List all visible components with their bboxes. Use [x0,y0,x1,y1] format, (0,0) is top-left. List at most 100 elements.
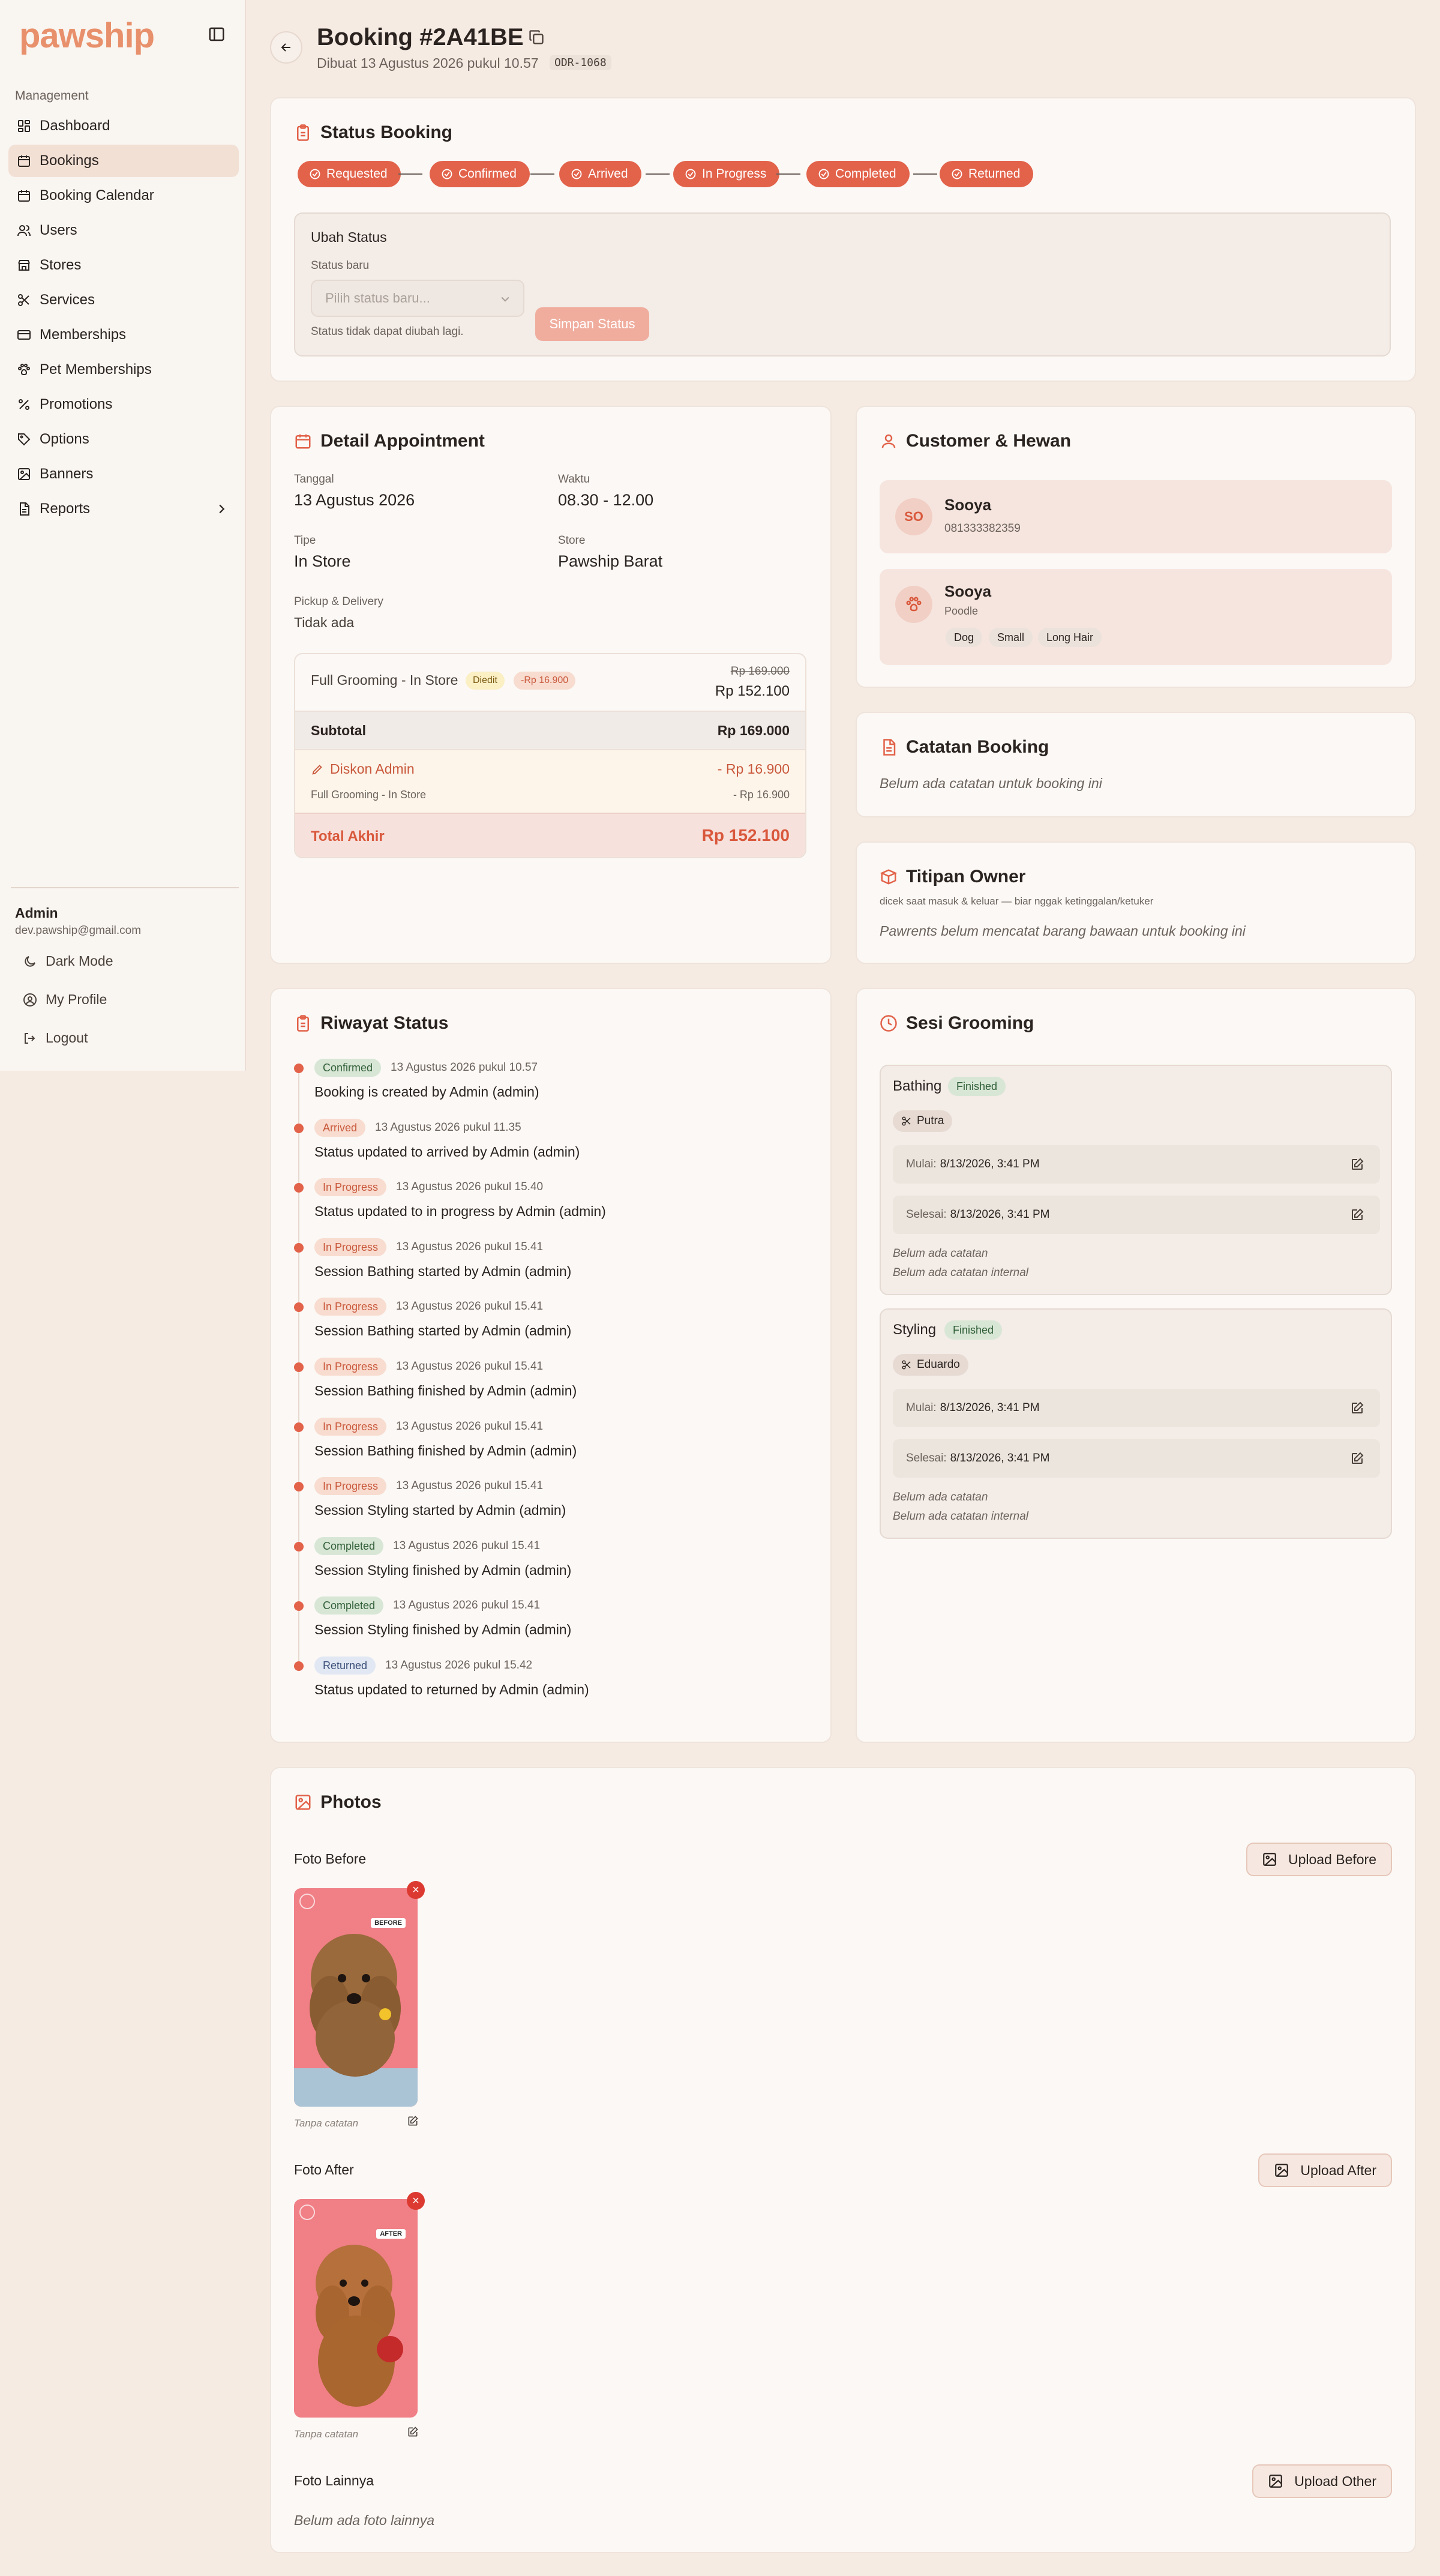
status-step-arrived: Arrived [559,161,641,187]
sidebar-item-options[interactable]: Options [8,423,239,456]
history-date: 13 Agustus 2026 pukul 15.41 [396,1300,544,1313]
report-icon [20,502,29,516]
pet-info[interactable]: Sooya Poodle Dog Small Long Hair [880,569,1392,665]
card-title: Riwayat Status [294,1013,448,1034]
chevron-down-icon [501,296,509,302]
discount-label[interactable]: Diskon Admin [311,761,415,777]
groomer-name: Eduardo [917,1358,960,1371]
step-connector [530,173,554,175]
photos-card: Photos Foto Before Upload Before BEFORE … [270,1767,1416,2553]
check-circle-icon [818,169,829,179]
step-label: In Progress [702,167,767,181]
session-status-badge: Finished [948,1077,1006,1096]
groomer-chip: Eduardo [893,1354,968,1376]
other-photos-empty: Belum ada foto lainnya [294,2512,434,2528]
history-status-badge: In Progress [314,1238,387,1256]
user-circle-icon [23,993,37,1007]
copy-icon[interactable] [528,29,545,46]
service-new-price: Rp 152.100 [715,683,790,699]
upload-other-button[interactable]: Upload Other [1252,2464,1392,2498]
package-icon [880,869,898,885]
customer-info[interactable]: SO Sooya 081333382359 [880,480,1392,553]
nav-group-label: Management [15,89,89,103]
page-title: Booking #2A41BE [317,24,524,50]
before-photo[interactable]: BEFORE [294,1888,418,2107]
save-status-button[interactable]: Simpan Status [535,307,649,341]
calendar-icon [295,434,311,449]
other-photos-label: Foto Lainnya [294,2473,374,2488]
end-time: 8/13/2026, 3:41 PM [950,1452,1050,1464]
percent-icon [19,399,29,410]
history-date: 13 Agustus 2026 pukul 15.42 [385,1659,533,1672]
edit-icon[interactable] [1350,1208,1364,1222]
session-styling: Styling Finished Eduardo Mulai: 8/13/202… [880,1308,1392,1539]
sidebar-item-booking-calendar[interactable]: Booking Calendar [8,179,239,212]
logout-button[interactable]: Logout [23,1030,88,1046]
remove-photo-button[interactable]: × [407,1881,425,1899]
history-date: 13 Agustus 2026 pukul 10.57 [391,1061,538,1074]
image-plus-icon [1275,2164,1289,2177]
sidebar-item-label: Promotions [40,396,113,412]
app-logo[interactable]: pawship [19,16,155,56]
timeline-line [298,1372,299,1422]
status-history-card: Riwayat Status Confirmed 13 Agustus 2026 … [270,988,832,1743]
scissors-icon [902,1360,911,1370]
card-icon [17,330,31,340]
customer-name: Sooya [944,496,992,514]
pickup-label: Pickup & Delivery [294,595,383,608]
sidebar-item-bookings[interactable]: Bookings [8,145,239,177]
timeline-line [298,1193,299,1243]
user-email: dev.pawship@gmail.com [15,924,142,937]
remove-photo-button[interactable]: × [407,2192,425,2210]
upload-before-button[interactable]: Upload Before [1246,1843,1392,1876]
groomer-chip: Putra [893,1110,953,1132]
timeline-line [298,1491,299,1542]
history-date: 13 Agustus 2026 pukul 15.40 [396,1181,544,1193]
my-profile-label: My Profile [46,992,107,1007]
upload-after-button[interactable]: Upload After [1258,2153,1392,2187]
edit-icon[interactable] [1350,1451,1364,1466]
photo-caption: Tanpa catatan [294,2428,359,2440]
sidebar-item-memberships[interactable]: Memberships [8,319,239,351]
tipe-label: Tipe [294,534,316,547]
timeline-dot [294,1183,304,1193]
sidebar-toggle-icon[interactable] [208,25,226,43]
service-old-price: Rp 169.000 [730,665,790,678]
my-profile-button[interactable]: My Profile [23,992,107,1008]
edit-icon[interactable] [1350,1401,1364,1415]
service-name: Full Grooming - In Store [311,672,458,688]
dashboard-icon [18,120,30,132]
calendar-icon [18,155,30,167]
sidebar-item-pet-memberships[interactable]: Pet Memberships [8,354,239,386]
upload-other-label: Upload Other [1294,2473,1376,2489]
timeline-dot [294,1064,304,1073]
edit-icon[interactable] [407,2115,419,2127]
owner-items-empty: Pawrents belum mencatat barang bawaan un… [880,923,1246,939]
sidebar-item-promotions[interactable]: Promotions [8,388,239,421]
back-button[interactable] [270,31,302,64]
start-label: Mulai: [906,1158,937,1170]
edit-icon[interactable] [1350,1157,1364,1172]
dark-mode-button[interactable]: Dark Mode [23,953,113,969]
clipboard-icon [297,124,309,141]
sidebar-item-users[interactable]: Users [8,214,239,247]
users-icon [17,225,31,236]
sidebar-item-dashboard[interactable]: Dashboard [8,110,239,142]
paw-icon [906,597,922,612]
sidebar-nav: Dashboard Bookings Booking Calendar User… [8,110,239,528]
new-status-select[interactable]: Pilih status baru... [311,280,524,317]
sidebar-item-reports[interactable]: Reports [8,493,239,525]
after-photo[interactable]: AFTER [294,2199,418,2418]
history-date: 13 Agustus 2026 pukul 15.41 [396,1360,544,1373]
sidebar-item-stores[interactable]: Stores [8,249,239,281]
change-status-title: Ubah Status [311,229,387,245]
history-text: Session Bathing started by Admin (admin) [314,1263,572,1279]
total-row: Total Akhir Rp 152.100 [295,813,805,857]
discount-item-value: - Rp 16.900 [733,789,790,801]
sidebar-item-services[interactable]: Services [8,284,239,316]
sidebar-item-banners[interactable]: Banners [8,458,239,490]
edit-icon[interactable] [407,2426,419,2438]
history-date: 13 Agustus 2026 pukul 15.41 [396,1241,544,1253]
pet-tag: Dog [946,628,983,647]
owner-items-subtitle: dicek saat masuk & keluar — biar nggak k… [880,895,1154,907]
